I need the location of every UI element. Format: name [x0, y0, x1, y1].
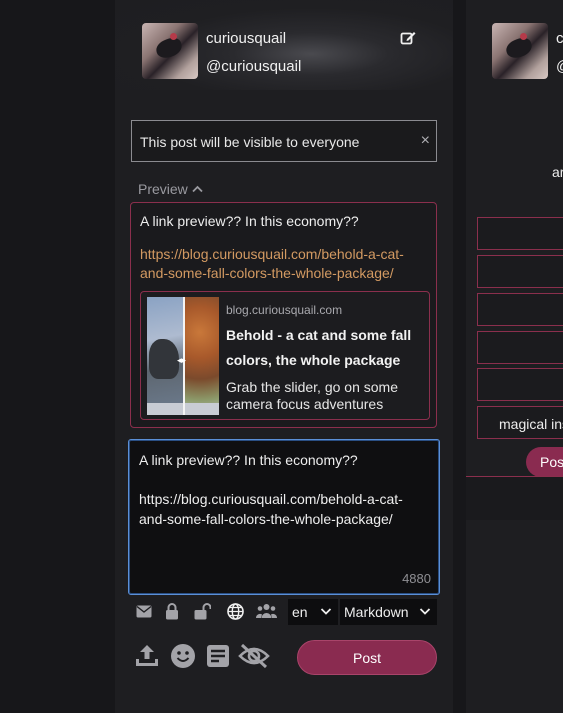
preview-text: A link preview?? In this economy?? [140, 213, 359, 229]
form-icon[interactable] [203, 641, 233, 671]
post-button-partial[interactable]: Pos [526, 447, 563, 477]
link-preview-description: Grab the slider, go on some camera focus… [226, 379, 398, 412]
lock-icon[interactable] [164, 601, 180, 621]
avatar[interactable] [492, 23, 548, 79]
edit-profile-icon[interactable] [398, 28, 418, 48]
form-field[interactable] [477, 293, 563, 326]
link-preview-domain: blog.curiousquail.com [226, 303, 343, 317]
link-preview-card[interactable]: ◂▸ blog.curiousquail.com Behold - a cat … [140, 291, 430, 420]
display-name-partial: c [556, 30, 563, 47]
compose-value: A link preview?? In this economy?? https… [139, 452, 403, 527]
post-preview: A link preview?? In this economy?? https… [130, 202, 437, 428]
slider-handle-icon: ◂▸ [177, 355, 187, 365]
fall-foliage-image [184, 297, 219, 415]
format-select[interactable]: Markdown [340, 599, 437, 625]
avatar[interactable] [142, 23, 198, 79]
chevron-up-icon [192, 185, 203, 193]
preview-toggle-label: Preview [138, 181, 188, 197]
group-icon[interactable] [255, 601, 277, 621]
link-preview-thumbnail: ◂▸ [147, 297, 219, 415]
preview-link[interactable]: https://blog.curiousquail.com/behold-a-c… [140, 245, 425, 283]
globe-icon[interactable] [226, 601, 244, 621]
link-preview-title: Behold - a cat and some fall colors, the… [226, 327, 412, 368]
chevron-down-icon [419, 608, 431, 615]
handle: @curiousquail [206, 58, 302, 75]
language-select-value: en [292, 604, 308, 620]
form-field-value: magical ins [499, 416, 563, 432]
preview-toggle[interactable]: Preview [138, 181, 203, 197]
visibility-notice-text: This post will be visible to everyone [140, 134, 360, 150]
upload-icon[interactable] [132, 641, 162, 671]
form-field[interactable] [477, 331, 563, 364]
form-field[interactable] [477, 217, 563, 250]
close-icon[interactable]: × [421, 132, 430, 150]
form-field[interactable]: magical ins [477, 406, 563, 439]
compose-textarea[interactable]: A link preview?? In this economy?? https… [128, 439, 440, 595]
form-field[interactable] [477, 255, 563, 288]
cat-image [149, 339, 179, 379]
handle-partial: @ [556, 58, 563, 75]
visibility-notice: This post will be visible to everyone × [131, 120, 437, 162]
chevron-down-icon [320, 608, 332, 615]
eye-slash-icon[interactable] [237, 641, 271, 671]
emoji-icon[interactable] [168, 641, 198, 671]
display-name: curiousquail [206, 30, 287, 47]
character-counter: 4880 [402, 571, 431, 586]
format-select-value: Markdown [344, 604, 409, 620]
unlock-icon[interactable] [193, 601, 211, 621]
language-select[interactable]: en [288, 599, 338, 625]
partial-text: ar [552, 164, 563, 180]
post-button[interactable]: Post [297, 640, 437, 675]
compose-column: curiousquail @curiousquail This post wil… [115, 0, 453, 713]
envelope-icon[interactable] [135, 601, 153, 621]
secondary-column: c @ ar magical ins Pos [466, 0, 563, 713]
form-field[interactable] [477, 368, 563, 401]
